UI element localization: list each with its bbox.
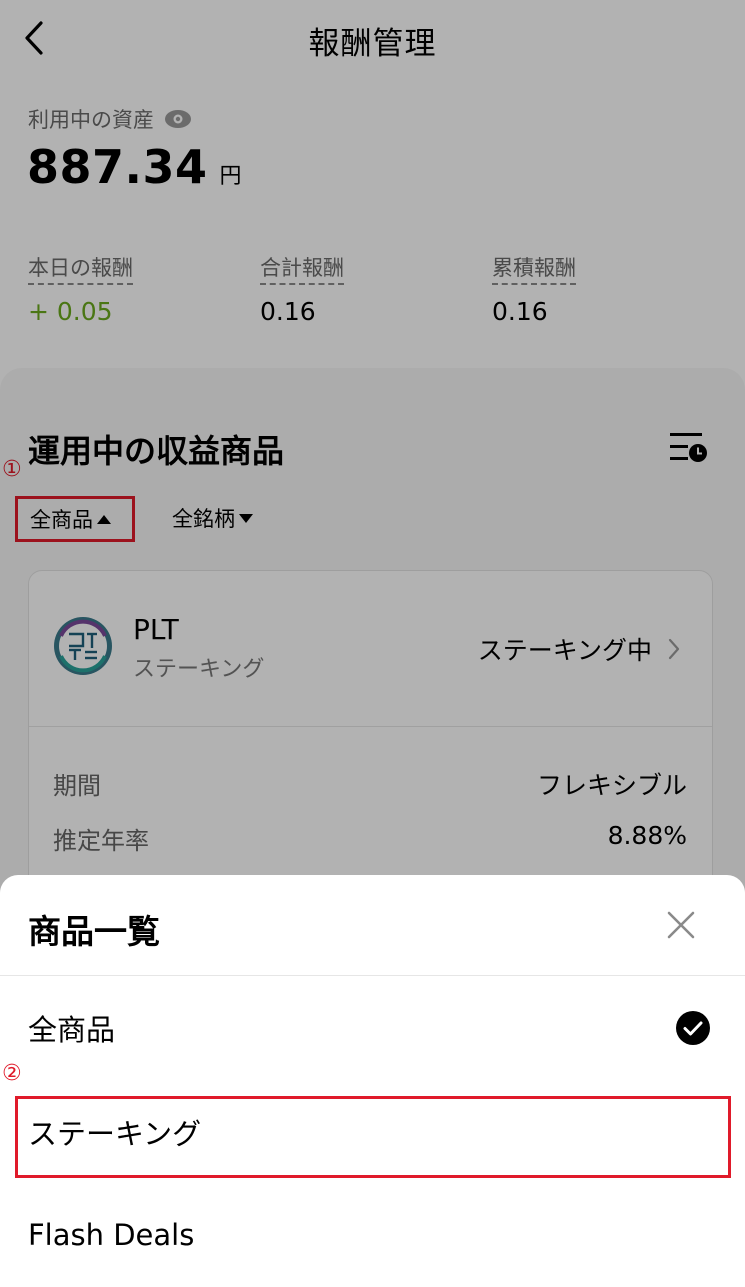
sheet-divider xyxy=(0,975,745,976)
option-flash-deals[interactable]: Flash Deals xyxy=(28,1218,194,1252)
option-all-products[interactable]: 全商品 xyxy=(28,1007,115,1049)
option-staking[interactable]: ステーキング xyxy=(28,1111,201,1153)
sheet-title: 商品一覧 xyxy=(28,912,160,951)
annotation-marker-2: ② xyxy=(2,1061,22,1086)
close-icon xyxy=(667,911,695,939)
close-button[interactable] xyxy=(663,907,699,943)
product-list-sheet: 商品一覧 全商品 ② ステーキング Flash Deals xyxy=(0,875,745,1287)
check-circle-icon xyxy=(676,1011,710,1045)
